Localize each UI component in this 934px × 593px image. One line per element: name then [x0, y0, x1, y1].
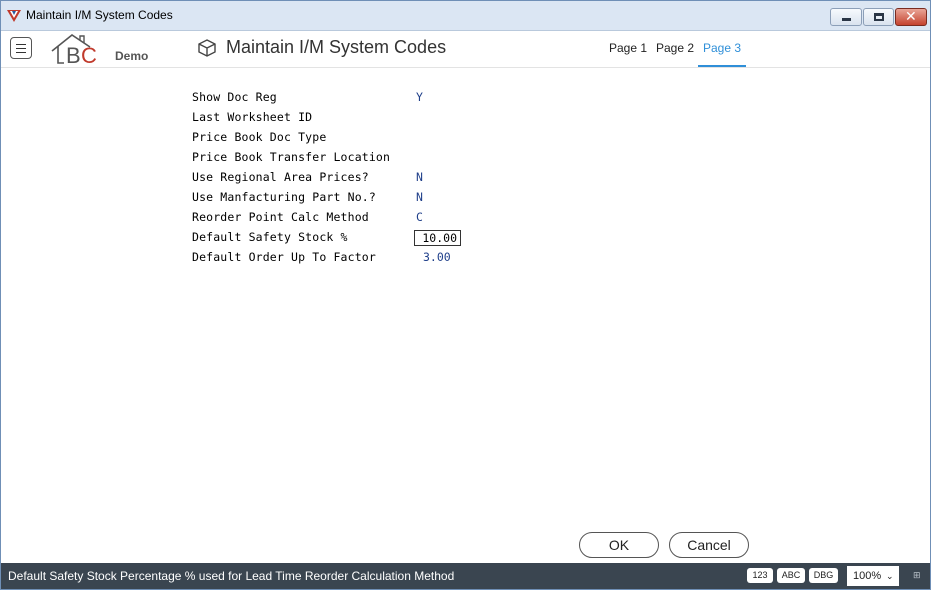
sage-abc-logo: B C: [51, 34, 97, 67]
default-safety-stock-input[interactable]: 10.00: [414, 230, 461, 246]
app-icon: [7, 10, 21, 22]
field-label-price-book-transfer-location: Price Book Transfer Location: [192, 150, 391, 164]
zoom-value: 100%: [853, 570, 882, 582]
minimize-button[interactable]: [830, 8, 862, 26]
numeric-mode-button[interactable]: 123: [747, 568, 773, 583]
field-label-default-safety-stock: Default Safety Stock %: [192, 230, 348, 244]
window-title: Maintain I/M System Codes: [26, 8, 173, 22]
status-message: Default Safety Stock Percentage % used f…: [8, 569, 455, 583]
close-button[interactable]: ✕: [895, 8, 927, 26]
default-order-up-to-factor-value[interactable]: 3.00: [423, 249, 451, 265]
menu-icon: [16, 44, 26, 45]
chevron-down-icon: ⌄: [886, 571, 894, 581]
ok-button[interactable]: OK: [579, 532, 659, 558]
use-manfacturing-part-no-value[interactable]: N: [416, 189, 423, 205]
menu-button[interactable]: [10, 37, 32, 59]
tab-page-1[interactable]: Page 1: [609, 41, 647, 67]
zoom-select[interactable]: 100% ⌄: [847, 566, 899, 586]
tab-page-2[interactable]: Page 2: [656, 41, 694, 67]
close-icon: ✕: [905, 9, 917, 25]
alpha-mode-button[interactable]: ABC: [777, 568, 805, 583]
field-label-show-doc-reg: Show Doc Reg: [192, 90, 277, 104]
tab-page-3[interactable]: Page 3: [698, 41, 747, 67]
cancel-button[interactable]: Cancel: [669, 532, 749, 558]
show-doc-reg-value[interactable]: Y: [416, 89, 423, 105]
title-bar[interactable]: Maintain I/M System Codes ✕: [1, 1, 930, 31]
app-window: Maintain I/M System Codes ✕ B C Demo Mai…: [0, 0, 931, 590]
status-bar: Default Safety Stock Percentage % used f…: [1, 563, 930, 589]
field-label-use-manfacturing-part-no: Use Manfacturing Part No.?: [192, 190, 376, 204]
svg-text:B: B: [66, 43, 81, 67]
maximize-icon: [874, 13, 884, 21]
brand-demo-label: Demo: [115, 49, 149, 63]
minimize-icon: [842, 18, 851, 21]
field-label-use-regional-area-prices: Use Regional Area Prices?: [192, 170, 369, 184]
page-title: Maintain I/M System Codes: [226, 37, 447, 57]
module-box-icon: [198, 39, 216, 57]
svg-text:C: C: [81, 43, 97, 67]
use-regional-area-prices-value[interactable]: N: [416, 169, 423, 185]
debug-button[interactable]: DBG: [809, 568, 838, 583]
resize-grip-icon[interactable]: ⊞: [913, 571, 921, 581]
field-label-last-worksheet-id: Last Worksheet ID: [192, 110, 313, 124]
field-label-default-order-up-to-factor: Default Order Up To Factor: [192, 250, 376, 264]
header-toolbar: B C Demo Maintain I/M System Codes Page …: [1, 31, 930, 68]
field-label-price-book-doc-type: Price Book Doc Type: [192, 130, 327, 144]
field-label-reorder-point-calc-method: Reorder Point Calc Method: [192, 210, 369, 224]
maximize-button[interactable]: [863, 8, 894, 26]
reorder-point-calc-method-value[interactable]: C: [416, 209, 423, 225]
